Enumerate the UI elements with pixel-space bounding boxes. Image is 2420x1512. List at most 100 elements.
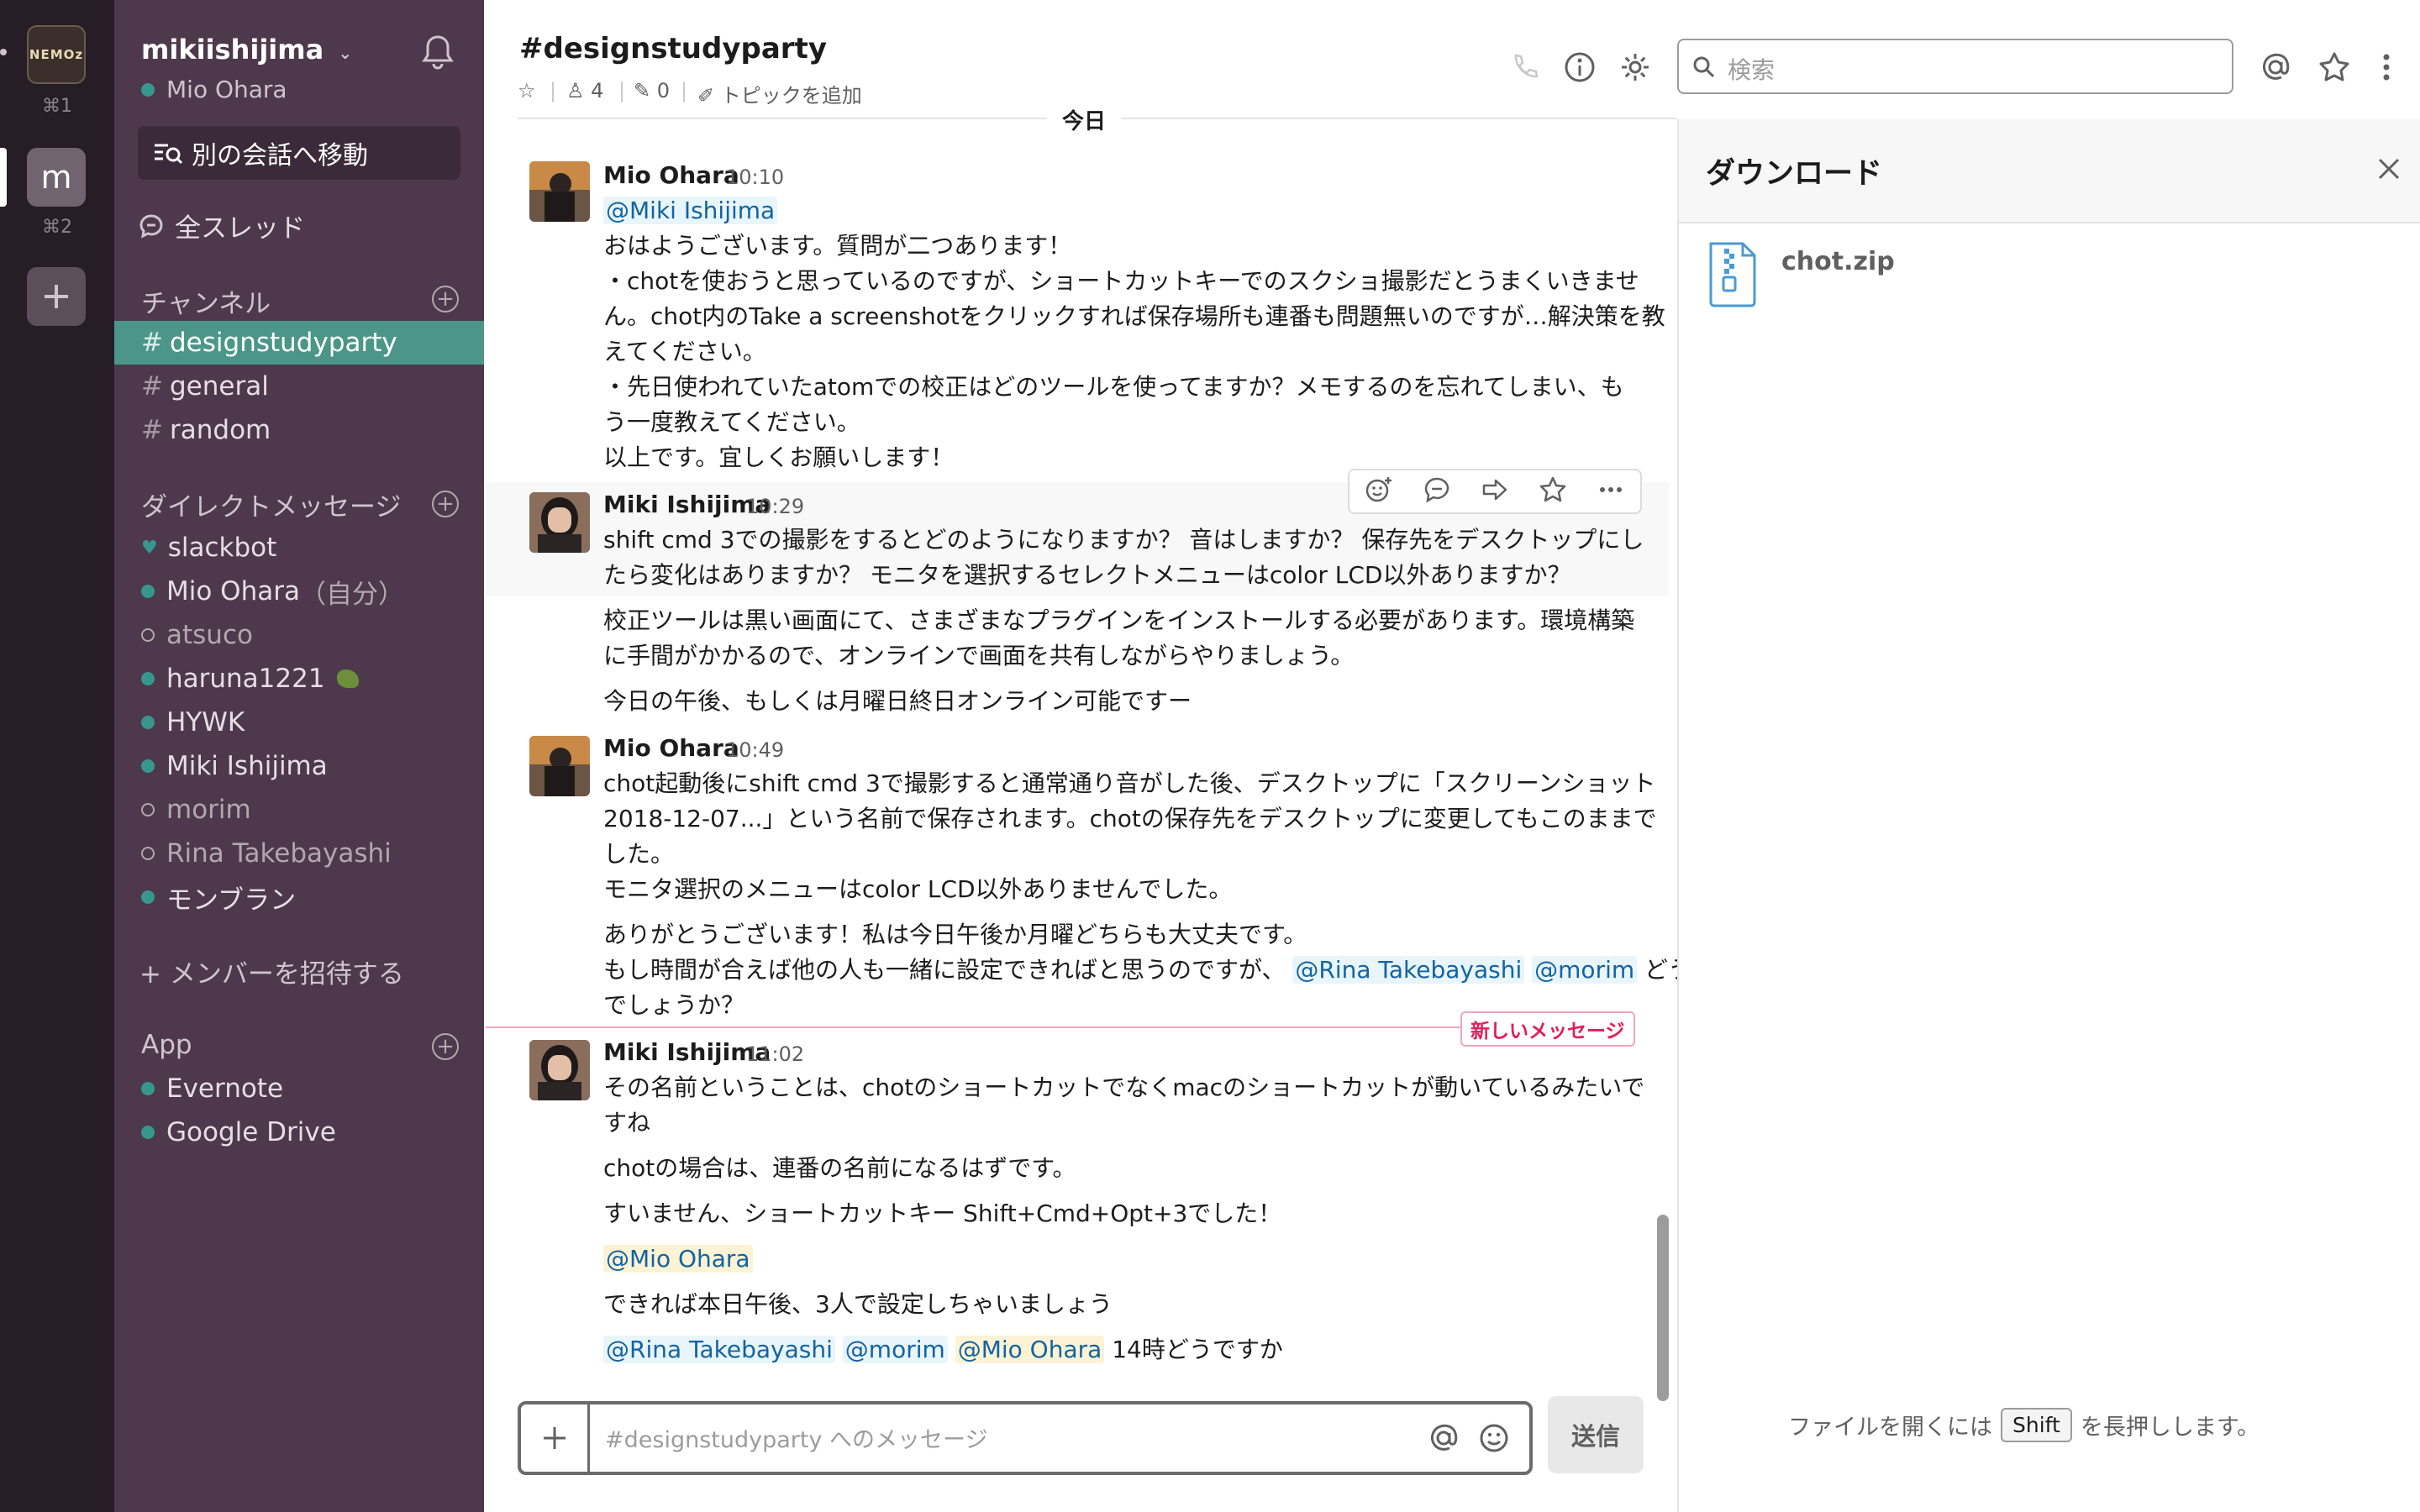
message-line: ・chotを使おうと思っているのですが、ショートカットキーでのスクショ撮影だとう… xyxy=(603,267,1639,295)
mention-icon[interactable] xyxy=(1427,1421,1460,1458)
close-icon[interactable] xyxy=(2375,155,2403,186)
current-user: Mio Ohara xyxy=(141,76,287,103)
message-author[interactable]: Mio Ohara xyxy=(603,161,739,189)
add-workspace-button[interactable] xyxy=(27,267,86,326)
message-timestamp[interactable]: 10:10 xyxy=(726,165,784,189)
sidebar-dm-hywk[interactable]: HYWK xyxy=(114,701,484,744)
mention[interactable]: @Miki Ishijima xyxy=(603,197,778,224)
message-line: 今日の午後、もしくは月曜日終日オンライン可能ですー xyxy=(603,687,1192,715)
workspace-nemoz[interactable]: NEMOz xyxy=(27,25,86,84)
all-threads-link[interactable]: 全スレッド xyxy=(138,207,305,244)
message-line: 以上です。宜しくお願いします！ xyxy=(603,444,955,471)
invite-members-link[interactable]: + メンバーを招待する xyxy=(139,953,404,990)
mention[interactable]: @Mio Ohara xyxy=(603,1245,753,1273)
open-file-hint: ファイルを開くには Shift を長押しします。 xyxy=(1788,1408,2260,1442)
mention[interactable]: @Rina Takebayashi xyxy=(1292,956,1525,984)
mention[interactable]: @morim xyxy=(1532,956,1638,984)
message-line: すね xyxy=(603,1109,651,1137)
more-icon[interactable] xyxy=(2368,49,2405,86)
member-count[interactable]: ♙ 4 xyxy=(566,79,603,102)
message-line: えてください。 xyxy=(603,338,766,365)
message-line: その名前ということは、chotのショートカットでなくmacのショートカットが動い… xyxy=(603,1074,1645,1101)
apps-heading[interactable]: App xyxy=(141,1030,192,1060)
workspace-shortcut-1: ⌘1 xyxy=(42,96,72,117)
mention[interactable]: @Mio Ohara xyxy=(955,1336,1105,1363)
add-app-icon[interactable]: + xyxy=(432,1033,459,1060)
message-line: @Mio Ohara xyxy=(603,1242,753,1277)
mentions-icon[interactable] xyxy=(2257,49,2294,86)
starred-icon[interactable] xyxy=(2316,49,2353,86)
send-button[interactable]: 送信 xyxy=(1548,1396,1644,1473)
pinned-count[interactable]: ✎ 0 xyxy=(634,79,670,102)
workspace-shortcut-2: ⌘2 xyxy=(42,217,72,238)
sidebar-channel-designstudyparty[interactable]: # designstudyparty xyxy=(114,321,484,365)
unread-dot xyxy=(0,49,7,55)
workspace-m[interactable]: m xyxy=(27,148,86,207)
message-author[interactable]: Mio Ohara xyxy=(603,734,739,762)
sidebar-dm-rina-takebayashi[interactable]: Rina Takebayashi xyxy=(114,832,484,875)
sidebar-dm-montblanc[interactable]: モンブラン xyxy=(114,875,484,919)
new-messages-label: 新しいメッセージ xyxy=(1460,1011,1635,1047)
message-timestamp[interactable]: 10:29 xyxy=(746,495,804,518)
message-timestamp[interactable]: 10:49 xyxy=(726,738,784,762)
channel-title[interactable]: #designstudyparty xyxy=(519,32,827,66)
message-line: たら変化はありますか？ モニタを選択するセレクトメニューはcolor LCD以外… xyxy=(603,561,1571,589)
channels-heading[interactable]: チャンネル xyxy=(141,282,271,320)
star-icon[interactable] xyxy=(1539,475,1567,507)
sidebar-dm-haruna1221[interactable]: haruna1221 xyxy=(114,657,484,701)
sidebar-dm-miki-ishijima[interactable]: Miki Ishijima xyxy=(114,744,484,788)
bell-icon[interactable] xyxy=(420,34,455,74)
message-line: できれば本日午後、3人で設定しちゃいましょう xyxy=(603,1290,1113,1318)
info-icon[interactable] xyxy=(1561,49,1598,86)
shift-key-badge: Shift xyxy=(2001,1408,2072,1442)
add-channel-icon[interactable]: + xyxy=(432,286,459,312)
mention[interactable]: @Rina Takebayashi xyxy=(603,1336,835,1363)
avatar[interactable] xyxy=(529,736,590,796)
star-icon[interactable]: ☆ xyxy=(518,79,536,102)
share-icon[interactable] xyxy=(1481,475,1509,507)
add-reaction-icon[interactable] xyxy=(1365,475,1393,507)
message-timestamp[interactable]: 11:02 xyxy=(746,1042,804,1066)
add-topic-link[interactable]: ✐ トピックを追加 xyxy=(697,79,862,108)
avatar[interactable] xyxy=(529,1040,590,1100)
sidebar-dm-slackbot[interactable]: ♥ slackbot xyxy=(114,526,484,570)
message-line: 校正ツールは黒い画面にて、さまざまなプラグインをインストールする必要があります。… xyxy=(603,606,1635,634)
mention[interactable]: @morim xyxy=(842,1336,948,1363)
sidebar-app-google-drive[interactable]: Google Drive xyxy=(114,1110,484,1154)
jump-icon xyxy=(155,144,183,165)
search-input[interactable]: 検索 xyxy=(1677,39,2233,94)
more-actions-icon[interactable] xyxy=(1597,475,1625,507)
gear-icon[interactable] xyxy=(1617,49,1654,86)
sidebar-dm-atsuco[interactable]: atsuco xyxy=(114,613,484,657)
sidebar-dm-mio-ohara[interactable]: Mio Ohara （自分） xyxy=(114,570,484,613)
presence-dot xyxy=(141,1126,155,1139)
sidebar-dm-morim[interactable]: morim xyxy=(114,788,484,832)
file-name[interactable]: chot.zip xyxy=(1781,247,1895,276)
presence-dot xyxy=(141,890,155,904)
message-line: chotの場合は、連番の名前になるはずです。 xyxy=(603,1154,1076,1182)
person-icon: ♙ xyxy=(566,79,585,102)
add-dm-icon[interactable]: + xyxy=(432,491,459,517)
avatar[interactable] xyxy=(529,161,590,222)
phone-icon[interactable] xyxy=(1506,49,1543,86)
emoji-icon[interactable] xyxy=(1477,1421,1511,1458)
team-name[interactable]: mikiishijima ⌄ xyxy=(141,34,352,66)
attach-button[interactable] xyxy=(521,1404,590,1472)
workspace-switcher: NEMOz ⌘1 m ⌘2 xyxy=(0,0,114,1512)
sidebar-channel-random[interactable]: # random xyxy=(114,408,484,452)
dm-heading[interactable]: ダイレクトメッセージ xyxy=(141,486,401,523)
status-emoji-icon xyxy=(336,669,359,688)
message-line: chot起動後にshift cmd 3で撮影すると通常通り音がした後、デスクトッ… xyxy=(603,769,1656,797)
heart-icon: ♥ xyxy=(141,537,158,559)
reply-thread-icon[interactable] xyxy=(1423,475,1451,507)
message-line: すいません、ショートカットキー Shift+Cmd+Opt+3でした！ xyxy=(603,1200,1282,1227)
avatar[interactable] xyxy=(529,492,590,553)
sidebar-app-evernote[interactable]: Evernote xyxy=(114,1067,484,1110)
jump-to-button[interactable]: 別の会話へ移動 xyxy=(138,126,460,180)
presence-dot xyxy=(141,716,155,729)
message-input[interactable]: #designstudyparty へのメッセージ xyxy=(605,1421,987,1454)
scrollbar-thumb[interactable] xyxy=(1657,1215,1669,1401)
zip-file-icon[interactable] xyxy=(1706,240,1760,311)
day-divider-label: 今日 xyxy=(1047,104,1122,135)
sidebar-channel-general[interactable]: # general xyxy=(114,365,484,408)
